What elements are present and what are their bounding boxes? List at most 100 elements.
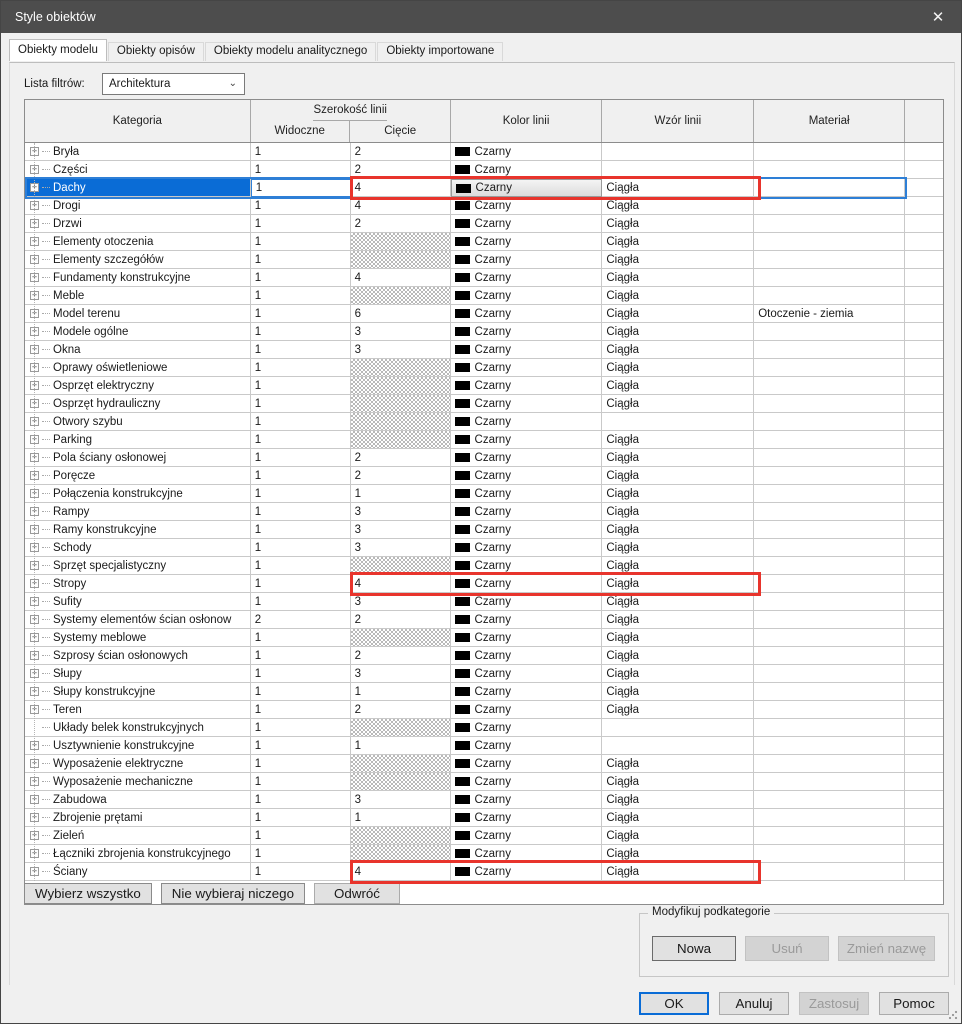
line-weight-cut-cell[interactable] — [351, 287, 451, 305]
line-pattern-cell[interactable]: Ciągła — [602, 827, 754, 845]
line-pattern-cell[interactable]: Ciągła — [602, 575, 754, 593]
line-weight-cut-cell[interactable] — [351, 629, 451, 647]
line-weight-cut-cell[interactable]: 2 — [351, 611, 451, 629]
table-row[interactable]: +Model terenu16CzarnyCiągłaOtoczenie - z… — [25, 305, 943, 323]
material-cell[interactable] — [754, 143, 905, 161]
material-cell[interactable] — [754, 755, 905, 773]
line-weight-cut-cell[interactable] — [351, 719, 451, 737]
material-cell[interactable] — [754, 251, 905, 269]
material-cell[interactable] — [754, 287, 905, 305]
table-row[interactable]: +Schody13CzarnyCiągła — [25, 539, 943, 557]
category-cell[interactable]: +Modele ogólne — [25, 323, 251, 341]
line-weight-cut-cell[interactable]: 4 — [351, 863, 451, 881]
tab-analytical-model-objects[interactable]: Obiekty modelu analitycznego — [205, 42, 376, 61]
line-weight-projection-cell[interactable]: 1 — [251, 539, 351, 557]
category-cell[interactable]: +Meble — [25, 287, 251, 305]
line-weight-cut-cell[interactable]: 2 — [351, 449, 451, 467]
line-weight-projection-cell[interactable]: 1 — [251, 431, 351, 449]
material-cell[interactable] — [754, 233, 905, 251]
line-pattern-cell[interactable]: Ciągła — [602, 251, 754, 269]
table-row[interactable]: Układy belek konstrukcyjnych1Czarny — [25, 719, 943, 737]
expand-icon[interactable]: + — [30, 831, 39, 840]
line-weight-cut-cell[interactable]: 1 — [351, 683, 451, 701]
select-all-button[interactable]: Wybierz wszystko — [24, 883, 152, 904]
category-cell[interactable]: +Poręcze — [25, 467, 251, 485]
expand-icon[interactable]: + — [30, 201, 39, 210]
line-weight-cut-cell[interactable] — [351, 359, 451, 377]
line-weight-projection-cell[interactable]: 1 — [251, 143, 351, 161]
category-cell[interactable]: +Fundamenty konstrukcyjne — [25, 269, 251, 287]
rename-subcategory-button[interactable]: Zmień nazwę — [838, 936, 935, 961]
line-pattern-cell[interactable]: Ciągła — [602, 503, 754, 521]
category-cell[interactable]: +Dachy — [25, 179, 251, 197]
line-color-cell[interactable]: Czarny — [451, 269, 603, 287]
material-cell[interactable] — [754, 665, 905, 683]
expand-icon[interactable]: + — [30, 705, 39, 714]
table-row[interactable]: +Zabudowa13CzarnyCiągła — [25, 791, 943, 809]
tab-imported-objects[interactable]: Obiekty importowane — [377, 42, 503, 61]
line-color-cell[interactable]: Czarny — [451, 701, 603, 719]
table-row[interactable]: +Elementy otoczenia1CzarnyCiągła — [25, 233, 943, 251]
line-pattern-cell[interactable]: Ciągła — [602, 197, 754, 215]
line-weight-cut-cell[interactable]: 2 — [351, 161, 451, 179]
line-pattern-cell[interactable]: Ciągła — [602, 755, 754, 773]
line-weight-cut-cell[interactable]: 3 — [351, 593, 451, 611]
category-cell[interactable]: +Zabudowa — [25, 791, 251, 809]
line-weight-projection-cell[interactable]: 2 — [251, 611, 351, 629]
new-subcategory-button[interactable]: Nowa — [652, 936, 736, 961]
line-color-cell[interactable]: Czarny — [451, 251, 603, 269]
line-color-cell[interactable]: Czarny — [451, 737, 603, 755]
expand-icon[interactable]: + — [30, 345, 39, 354]
expand-icon[interactable]: + — [30, 525, 39, 534]
line-color-cell[interactable]: Czarny — [451, 647, 603, 665]
line-weight-cut-cell[interactable]: 4 — [351, 179, 451, 197]
line-weight-projection-cell[interactable]: 1 — [251, 683, 351, 701]
material-cell[interactable] — [754, 395, 905, 413]
line-weight-projection-cell[interactable]: 1 — [251, 755, 351, 773]
expand-icon[interactable]: + — [30, 561, 39, 570]
line-weight-cut-cell[interactable]: 2 — [351, 143, 451, 161]
line-pattern-cell[interactable]: Ciągła — [602, 701, 754, 719]
line-pattern-cell[interactable]: Ciągła — [602, 773, 754, 791]
line-weight-cut-cell[interactable]: 3 — [351, 521, 451, 539]
line-color-cell[interactable]: Czarny — [451, 557, 603, 575]
table-row[interactable]: +Sufity13CzarnyCiągła — [25, 593, 943, 611]
line-weight-projection-cell[interactable]: 1 — [251, 557, 351, 575]
line-weight-projection-cell[interactable]: 1 — [251, 773, 351, 791]
line-pattern-cell[interactable]: Ciągła — [602, 467, 754, 485]
expand-icon[interactable]: + — [30, 741, 39, 750]
table-row[interactable]: +Systemy elementów ścian osłonow22Czarny… — [25, 611, 943, 629]
line-weight-cut-cell[interactable] — [351, 827, 451, 845]
ok-button[interactable]: OK — [639, 992, 709, 1015]
line-weight-projection-cell[interactable]: 1 — [251, 737, 351, 755]
line-weight-cut-cell[interactable]: 2 — [351, 647, 451, 665]
line-weight-cut-cell[interactable]: 3 — [351, 539, 451, 557]
expand-icon[interactable]: + — [30, 489, 39, 498]
category-cell[interactable]: +Rampy — [25, 503, 251, 521]
line-color-cell[interactable]: Czarny — [451, 395, 603, 413]
line-color-cell[interactable]: Czarny — [451, 143, 603, 161]
material-cell[interactable] — [754, 647, 905, 665]
line-pattern-cell[interactable]: Ciągła — [602, 683, 754, 701]
material-cell[interactable] — [754, 161, 905, 179]
line-color-cell[interactable]: Czarny — [451, 755, 603, 773]
line-weight-projection-cell[interactable]: 1 — [251, 665, 351, 683]
material-cell[interactable] — [754, 521, 905, 539]
expand-icon[interactable]: + — [30, 777, 39, 786]
expand-icon[interactable]: + — [30, 183, 39, 192]
line-pattern-cell[interactable]: Ciągła — [602, 611, 754, 629]
expand-icon[interactable]: + — [30, 435, 39, 444]
line-weight-projection-cell[interactable]: 1 — [251, 521, 351, 539]
material-cell[interactable] — [754, 629, 905, 647]
line-pattern-cell[interactable]: Ciągła — [602, 179, 754, 197]
category-cell[interactable]: +Bryła — [25, 143, 251, 161]
line-pattern-cell[interactable]: Ciągła — [602, 665, 754, 683]
category-cell[interactable]: +Elementy szczegółów — [25, 251, 251, 269]
material-cell[interactable] — [754, 773, 905, 791]
filter-list-dropdown[interactable]: Architektura ⌄ — [102, 73, 245, 95]
expand-icon[interactable]: + — [30, 255, 39, 264]
line-color-cell[interactable]: Czarny — [451, 449, 603, 467]
line-weight-cut-cell[interactable] — [351, 413, 451, 431]
category-cell[interactable]: +Systemy elementów ścian osłonow — [25, 611, 251, 629]
category-cell[interactable]: +Połączenia konstrukcyjne — [25, 485, 251, 503]
